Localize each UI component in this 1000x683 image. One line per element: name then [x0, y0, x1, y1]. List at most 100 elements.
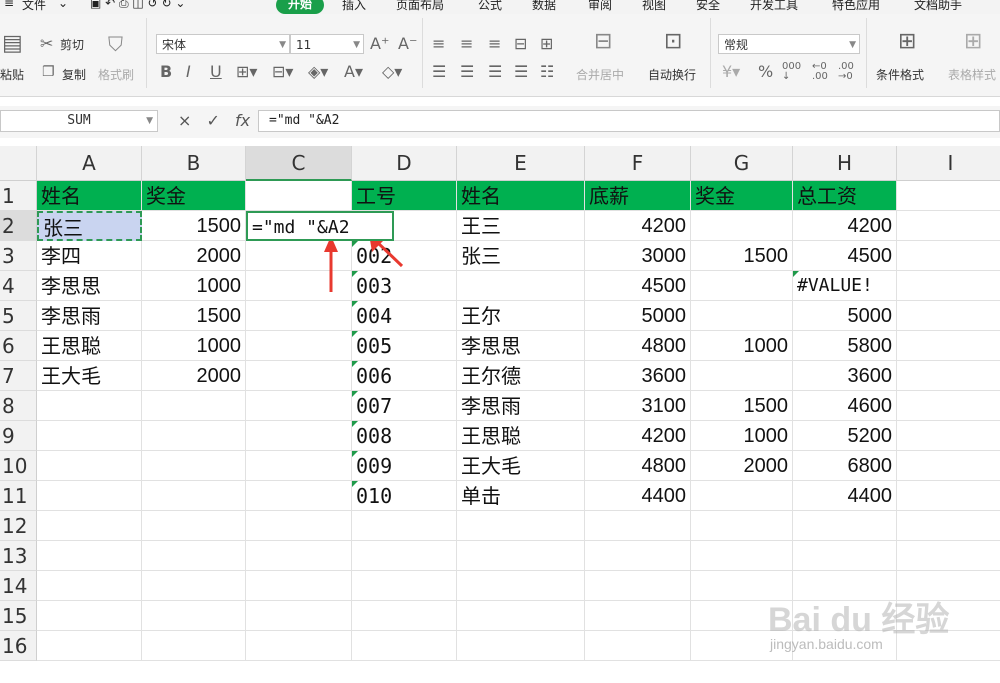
- cell-total-salary[interactable]: #VALUE!: [793, 271, 897, 301]
- grid-cell[interactable]: [897, 421, 1000, 451]
- cell-employee-id[interactable]: 009: [352, 451, 457, 481]
- grid-cell[interactable]: [585, 601, 691, 631]
- grid-cell[interactable]: [793, 511, 897, 541]
- grid-cell[interactable]: [246, 361, 352, 391]
- grid-cell[interactable]: [352, 541, 457, 571]
- cell-base-salary[interactable]: 4200: [585, 211, 691, 241]
- cell-name[interactable]: 单击: [457, 481, 585, 511]
- cell-bonus[interactable]: 1000: [142, 271, 246, 301]
- cell-bonus[interactable]: [691, 481, 793, 511]
- cell-base-salary[interactable]: 3100: [585, 391, 691, 421]
- row-header-4[interactable]: 4: [0, 271, 37, 301]
- grid-cell[interactable]: [691, 571, 793, 601]
- bold-icon[interactable]: B: [160, 64, 172, 80]
- tab-data[interactable]: 数据: [532, 0, 556, 13]
- cell-name[interactable]: 王三: [457, 211, 585, 241]
- grid-cell[interactable]: [457, 571, 585, 601]
- merge-center-button[interactable]: 合并居中: [576, 66, 624, 83]
- distributed-icon[interactable]: ☷: [540, 64, 554, 80]
- grid-cell[interactable]: [37, 541, 142, 571]
- cell-c1[interactable]: [246, 181, 352, 211]
- row-header-10[interactable]: 10: [0, 451, 37, 481]
- grid-cell[interactable]: [793, 541, 897, 571]
- grid-cell[interactable]: [37, 601, 142, 631]
- cell-bonus[interactable]: 1500: [142, 301, 246, 331]
- grid-cell[interactable]: [897, 241, 1000, 271]
- cell-total-salary[interactable]: 3600: [793, 361, 897, 391]
- grid-cell[interactable]: [142, 571, 246, 601]
- grid-cell[interactable]: [585, 631, 691, 661]
- grid-cell[interactable]: [352, 601, 457, 631]
- grid-cell[interactable]: [37, 571, 142, 601]
- cell-bonus[interactable]: [691, 361, 793, 391]
- grid-cell[interactable]: [142, 511, 246, 541]
- cell-bonus[interactable]: 2000: [142, 361, 246, 391]
- grid-cell[interactable]: [897, 211, 1000, 241]
- font-color-icon[interactable]: A▾: [344, 64, 363, 80]
- grid-cell[interactable]: [793, 571, 897, 601]
- grid-cell[interactable]: [691, 631, 793, 661]
- grid-cell[interactable]: [897, 391, 1000, 421]
- tab-security[interactable]: 安全: [696, 0, 720, 13]
- column-header-g[interactable]: G: [691, 146, 793, 181]
- grid-cell[interactable]: [897, 451, 1000, 481]
- grid-cell[interactable]: [37, 631, 142, 661]
- grid-cell[interactable]: [246, 451, 352, 481]
- grid-cell[interactable]: [585, 511, 691, 541]
- cell-bonus[interactable]: [691, 211, 793, 241]
- cell-header[interactable]: 姓名: [457, 181, 585, 211]
- conditional-format-icon[interactable]: ⊞: [898, 31, 916, 53]
- cell-employee-id[interactable]: 006: [352, 361, 457, 391]
- editing-cell[interactable]: ="md "&A2: [246, 211, 394, 241]
- clear-format-icon[interactable]: ◇▾: [382, 64, 402, 80]
- cell-employee-id[interactable]: 002: [352, 241, 457, 271]
- grid-cell[interactable]: [246, 601, 352, 631]
- cell-name[interactable]: 李四: [37, 241, 142, 271]
- tab-special[interactable]: 特色应用: [832, 0, 880, 13]
- grid-cell[interactable]: [691, 601, 793, 631]
- align-bottom-icon[interactable]: ≡: [488, 36, 501, 52]
- grid-cell[interactable]: [37, 391, 142, 421]
- grid-cell[interactable]: [897, 601, 1000, 631]
- cell-base-salary[interactable]: 4800: [585, 331, 691, 361]
- format-painter-button[interactable]: 格式刷: [98, 66, 134, 83]
- cell-base-salary[interactable]: 4200: [585, 421, 691, 451]
- grid-cell[interactable]: [897, 481, 1000, 511]
- cell-header[interactable]: 总工资: [793, 181, 897, 211]
- cell-total-salary[interactable]: 4200: [793, 211, 897, 241]
- copy-button[interactable]: 复制: [62, 66, 86, 83]
- grid-cell[interactable]: [142, 601, 246, 631]
- grid-cell[interactable]: [246, 301, 352, 331]
- cell-total-salary[interactable]: 5800: [793, 331, 897, 361]
- grid-cell[interactable]: [246, 331, 352, 361]
- shrink-font-icon[interactable]: A⁻: [398, 36, 417, 52]
- row-header-9[interactable]: 9: [0, 421, 37, 451]
- grid-cell[interactable]: [352, 631, 457, 661]
- grid-cell[interactable]: [37, 421, 142, 451]
- grid-cell[interactable]: [691, 541, 793, 571]
- grid-cell[interactable]: [142, 631, 246, 661]
- grid-cell[interactable]: [897, 631, 1000, 661]
- cell-name[interactable]: 王思聪: [37, 331, 142, 361]
- paste-icon[interactable]: ▤: [2, 33, 23, 55]
- grid-cell[interactable]: [457, 631, 585, 661]
- cell-total-salary[interactable]: 4500: [793, 241, 897, 271]
- thousands-icon[interactable]: 000 ↓: [782, 62, 801, 82]
- cell-name[interactable]: 张三: [457, 241, 585, 271]
- cell-employee-id[interactable]: 010: [352, 481, 457, 511]
- grid-cell[interactable]: [37, 511, 142, 541]
- cell-name[interactable]: 李思雨: [37, 301, 142, 331]
- column-header-f[interactable]: F: [585, 146, 691, 181]
- cell-header[interactable]: 姓名: [37, 181, 142, 211]
- align-center-icon[interactable]: ☰: [460, 64, 474, 80]
- file-menu[interactable]: 文件: [22, 0, 46, 13]
- cell-bonus[interactable]: 1000: [691, 421, 793, 451]
- grid-cell[interactable]: [246, 631, 352, 661]
- cell-header[interactable]: 奖金: [142, 181, 246, 211]
- row-header-6[interactable]: 6: [0, 331, 37, 361]
- cell-base-salary[interactable]: 3600: [585, 361, 691, 391]
- grid-cell[interactable]: [897, 511, 1000, 541]
- row-header-16[interactable]: 16: [0, 631, 37, 661]
- cell-name[interactable]: 王大毛: [37, 361, 142, 391]
- conditional-format-button[interactable]: 条件格式: [876, 66, 924, 83]
